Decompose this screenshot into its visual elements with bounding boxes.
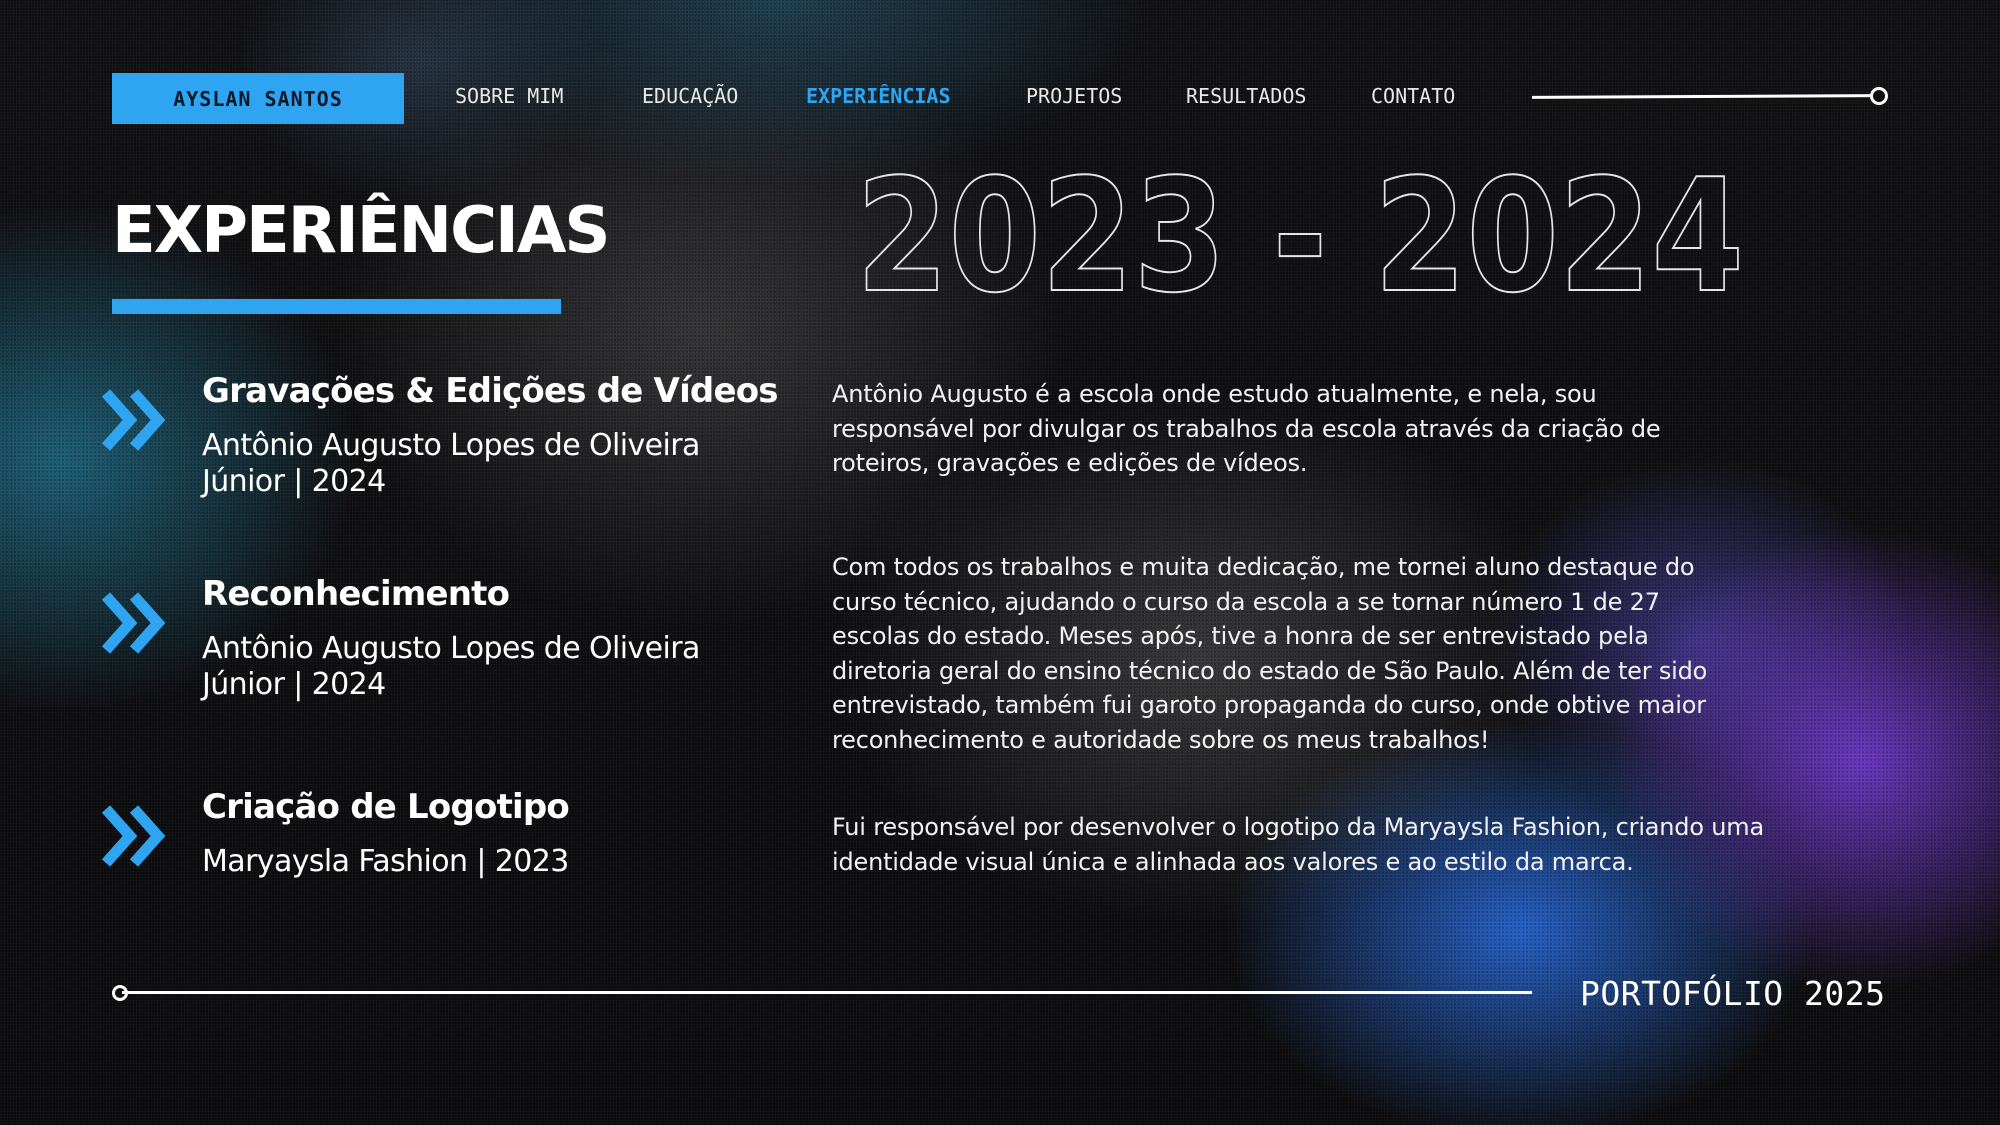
nav-item-resultados[interactable]: RESULTADOS — [1186, 84, 1306, 108]
experience-description: Com todos os trabalhos e muita dedicação… — [832, 553, 1708, 754]
year-range-outline-heading: 2023 - 2024 — [856, 150, 1745, 310]
double-chevron-right-icon — [101, 592, 166, 654]
experience-subtitle: Antônio Augusto Lopes de Oliveira Júnior… — [202, 428, 700, 499]
footer-decorative-line — [122, 991, 1532, 994]
title-underline — [112, 299, 561, 314]
double-chevron-right-icon — [101, 805, 166, 867]
experience-subtitle: Antônio Augusto Lopes de Oliveira Júnior… — [202, 631, 700, 702]
experience-title: Reconhecimento — [202, 574, 510, 614]
experience-description: Antônio Augusto é a escola onde estudo a… — [832, 380, 1661, 477]
brand-button[interactable]: AYSLAN SANTOS — [112, 73, 404, 124]
experience-title: Gravações & Edições de Vídeos — [202, 371, 779, 411]
nav-item-projetos[interactable]: PROJETOS — [1026, 84, 1122, 108]
experience-title: Criação de Logotipo — [202, 787, 570, 827]
nav-line-endpoint — [1870, 87, 1888, 105]
nav-item-contato[interactable]: CONTATO — [1371, 84, 1455, 108]
experience-description: Fui responsável por desenvolver o logoti… — [832, 813, 1764, 876]
double-chevron-right-icon — [101, 389, 166, 451]
nav-item-sobre-mim[interactable]: SOBRE MIM — [455, 84, 563, 108]
experience-subtitle: Maryaysla Fashion | 2023 — [202, 844, 569, 879]
svg-text:2023 - 2024: 2023 - 2024 — [856, 150, 1744, 310]
nav-item-educacao[interactable]: EDUCAÇÃO — [642, 84, 738, 108]
page-title: EXPERIÊNCIAS — [112, 194, 610, 268]
nav-item-experiencias[interactable]: EXPERIÊNCIAS — [806, 84, 951, 108]
footer-portfolio-label: PORTOFÓLIO 2025 — [1580, 974, 1886, 1013]
